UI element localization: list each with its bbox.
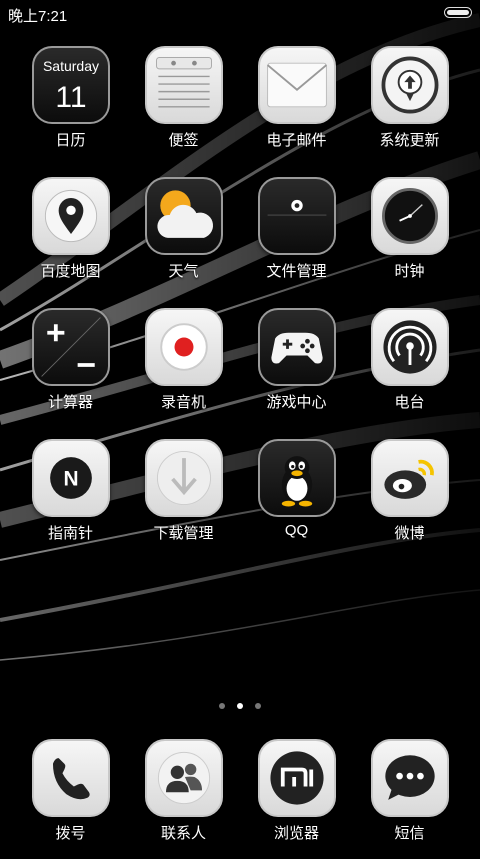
page-dot-1[interactable] — [219, 703, 225, 709]
app-label: 拨号 — [55, 825, 86, 842]
phone-icon — [32, 739, 110, 817]
gamepad-icon — [258, 308, 336, 386]
app-label: 百度地图 — [40, 263, 101, 280]
dock-browser[interactable]: 浏览器 — [240, 739, 353, 859]
chat-bubble-icon — [371, 739, 449, 817]
envelope-icon — [258, 46, 336, 124]
app-maps[interactable]: 百度地图 — [14, 177, 127, 297]
app-compass[interactable]: N 指南针 — [14, 439, 127, 559]
record-icon — [145, 308, 223, 386]
app-weather[interactable]: 天气 — [127, 177, 240, 297]
clock-icon — [371, 177, 449, 255]
upload-arrow-icon — [371, 46, 449, 124]
map-pin-icon — [32, 177, 110, 255]
app-qq[interactable]: QQ — [240, 439, 353, 559]
app-radio[interactable]: 电台 — [353, 308, 466, 428]
app-email[interactable]: 电子邮件 — [240, 46, 353, 166]
penguin-icon — [258, 439, 336, 517]
plus-minus-icon — [32, 308, 110, 386]
page-indicator[interactable] — [0, 701, 480, 711]
app-updater[interactable]: 系统更新 — [353, 46, 466, 166]
page-dot-2-active[interactable] — [237, 703, 243, 709]
app-label: 文件管理 — [266, 263, 327, 280]
app-label: 计算器 — [47, 394, 93, 411]
download-arrow-icon — [145, 439, 223, 517]
dock-phone[interactable]: 拨号 — [14, 739, 127, 859]
folder-icon — [258, 177, 336, 255]
app-label: 电台 — [394, 394, 425, 411]
calendar-weekday: Saturday — [42, 58, 100, 74]
app-label: 短信 — [394, 825, 425, 842]
app-label: 联系人 — [160, 825, 206, 842]
app-calculator[interactable]: 计算器 — [14, 308, 127, 428]
mi-logo-icon — [258, 739, 336, 817]
calendar-icon: Saturday 11 — [32, 46, 110, 124]
notepad-icon — [145, 46, 223, 124]
app-label: 下载管理 — [153, 525, 214, 542]
app-notes[interactable]: 便签 — [127, 46, 240, 166]
contacts-icon — [145, 739, 223, 817]
app-label: 录音机 — [160, 394, 206, 411]
app-downloads[interactable]: 下载管理 — [127, 439, 240, 559]
dock-contacts[interactable]: 联系人 — [127, 739, 240, 859]
app-games[interactable]: 游戏中心 — [240, 308, 353, 428]
compass-icon: N — [32, 439, 110, 517]
app-label: 时钟 — [394, 263, 425, 280]
app-label: 日历 — [55, 132, 86, 149]
dock-messages[interactable]: 短信 — [353, 739, 466, 859]
app-label: 指南针 — [47, 525, 93, 542]
app-label: 微博 — [394, 525, 425, 542]
page-dot-3[interactable] — [255, 703, 261, 709]
battery-icon — [444, 7, 472, 18]
weibo-icon — [371, 439, 449, 517]
app-label: QQ — [284, 522, 309, 539]
app-clock[interactable]: 时钟 — [353, 177, 466, 297]
status-time: 晚上7:21 — [8, 8, 68, 25]
app-calendar[interactable]: Saturday 11 日历 — [14, 46, 127, 166]
sun-cloud-icon — [145, 177, 223, 255]
app-label: 浏览器 — [273, 825, 319, 842]
svg-text:N: N — [63, 468, 78, 491]
app-label: 便签 — [168, 132, 199, 149]
app-weibo[interactable]: 微博 — [353, 439, 466, 559]
calendar-date: 11 — [55, 81, 87, 114]
app-label: 天气 — [168, 263, 199, 280]
app-recorder[interactable]: 录音机 — [127, 308, 240, 428]
app-label: 游戏中心 — [266, 394, 327, 411]
app-label: 电子邮件 — [266, 132, 327, 149]
broadcast-icon — [371, 308, 449, 386]
app-files[interactable]: 文件管理 — [240, 177, 353, 297]
status-bar: 晚上7:21 — [0, 0, 480, 26]
app-label: 系统更新 — [379, 132, 440, 149]
